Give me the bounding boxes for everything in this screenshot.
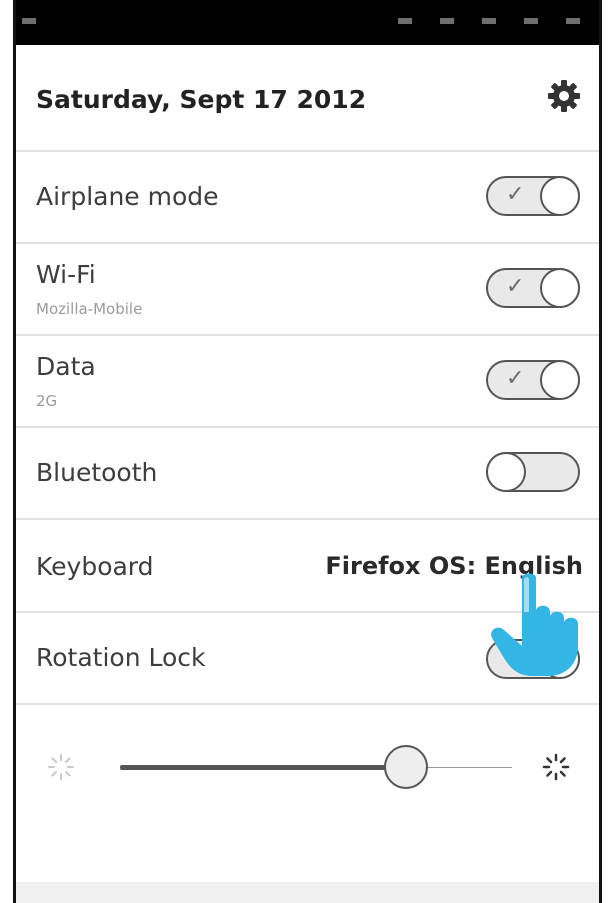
toggle-knob [540,268,580,308]
toggle-knob [540,360,580,400]
status-icon [524,18,538,24]
brightness-control [16,705,599,825]
date-text: Saturday, Sept 17 2012 [36,85,367,114]
hand-pointer-icon [491,573,578,676]
data-toggle[interactable]: ✓ [486,360,580,400]
check-icon: ✓ [506,366,525,391]
quick-settings-screen: Saturday, Sept 17 2012 Airplane mode ✓ W… [0,0,615,903]
toggle-knob [540,176,580,216]
rotation-lock-label: Rotation Lock [36,643,206,672]
airplane-mode-toggle[interactable]: ✓ [486,176,580,216]
bottom-bar [16,882,599,903]
status-signal-icon [22,18,36,24]
setting-row-data[interactable]: Data 2G ✓ [16,336,599,428]
brightness-low-icon [48,754,74,780]
status-icon [398,18,412,24]
bluetooth-label: Bluetooth [36,458,158,487]
setting-row-bluetooth[interactable]: Bluetooth [16,428,599,520]
brightness-high-icon [542,753,570,781]
setting-row-wifi[interactable]: Wi-Fi Mozilla-Mobile ✓ [16,244,599,336]
check-icon: ✓ [506,274,525,299]
wifi-toggle[interactable]: ✓ [486,268,580,308]
keyboard-label: Keyboard [36,552,154,581]
toggle-knob [486,452,526,492]
data-network-type: 2G [36,392,58,410]
date-header: Saturday, Sept 17 2012 [16,45,599,152]
device-frame-right [599,0,602,903]
gear-icon[interactable] [547,79,581,113]
wifi-network-name: Mozilla-Mobile [36,300,143,318]
brightness-track-fill [120,765,407,770]
airplane-mode-label: Airplane mode [36,182,219,211]
bluetooth-toggle[interactable] [486,452,580,492]
wifi-label: Wi-Fi [36,260,96,289]
status-icon [440,18,454,24]
setting-row-airplane[interactable]: Airplane mode ✓ [16,152,599,244]
brightness-slider-thumb[interactable] [384,745,429,789]
status-bar [16,0,599,45]
status-icon [482,18,496,24]
status-icon [566,18,580,24]
data-label: Data [36,352,96,381]
check-icon: ✓ [506,182,525,207]
